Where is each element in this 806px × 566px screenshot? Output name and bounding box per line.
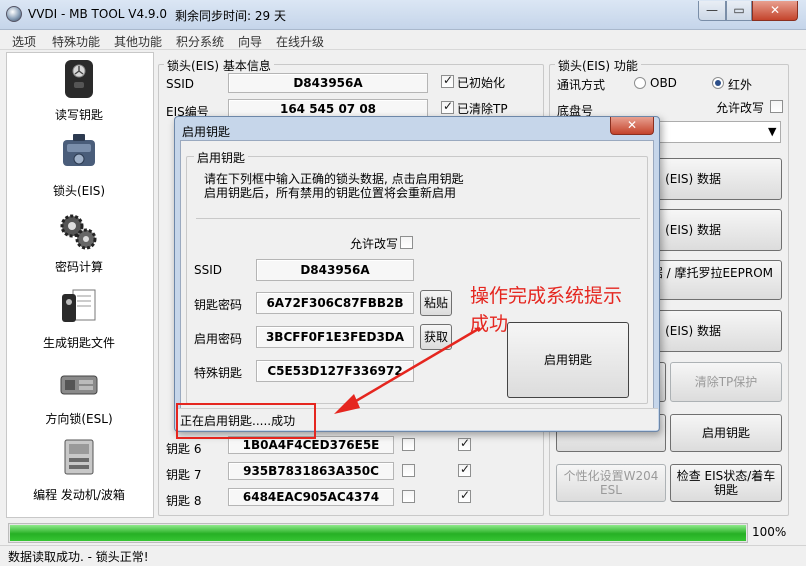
menu-wizard[interactable]: 向导	[238, 33, 262, 50]
check-eis-status-button[interactable]: 检查 EIS状态/着车钥匙	[670, 464, 782, 502]
key-7-label: 钥匙 7	[166, 468, 202, 482]
infrared-radio[interactable]	[712, 77, 724, 89]
annotation-arrow-icon	[334, 326, 481, 414]
paste-button[interactable]: 粘贴	[420, 290, 452, 316]
personalize-esl-button[interactable]: 个性化设置W204 ESL	[556, 464, 666, 502]
dialog-title: 启用钥匙	[182, 125, 231, 139]
dialog-allow-edit-label: 允许改写	[350, 237, 399, 251]
app-logo-icon	[6, 6, 22, 22]
progress-percent: 100%	[752, 525, 787, 539]
load-eeprom-line1: 据 / 摩托罗拉EEPROM	[650, 266, 773, 280]
dialog-ssid-label: SSID	[194, 263, 223, 277]
dialog-enable-password-label: 启用密码	[194, 332, 243, 346]
sidebar-item-esl[interactable]: 方向锁(ESL)	[6, 362, 152, 426]
key-6-label: 钥匙 6	[166, 442, 202, 456]
eis-module-icon	[63, 134, 95, 166]
tp-cleared-checkbox[interactable]	[441, 99, 454, 114]
tp-cleared-label: 已清除TP	[457, 102, 508, 116]
sidebar-item-read-write-key[interactable]: 读写钥匙	[6, 56, 152, 124]
key-8-field[interactable]: 6484EAC905AC4374	[228, 488, 394, 506]
document-key-icon	[62, 289, 96, 322]
eis-function-title: 锁头(EIS) 功能	[555, 57, 641, 74]
maximize-button[interactable]: ▭	[726, 1, 752, 21]
key-7-field[interactable]: 935B7831863A350C	[228, 462, 394, 480]
ecu-icon	[64, 439, 94, 475]
dialog-divider	[196, 218, 640, 219]
sidebar-label: 锁头(EIS)	[52, 184, 106, 198]
steering-lock-icon	[60, 375, 98, 395]
annotation-text: 操作完成系统提示成功	[470, 285, 623, 335]
sidebar-label: 编程 发动机/波箱	[33, 488, 125, 502]
initialized-label: 已初始化	[457, 76, 506, 90]
progress-fill	[10, 525, 746, 541]
menu-special-functions[interactable]: 特殊功能	[52, 33, 100, 50]
key-8-enable-checkbox[interactable]	[458, 488, 471, 503]
sidebar-label: 生成钥匙文件	[42, 336, 115, 350]
key-6-enable-checkbox[interactable]	[458, 436, 471, 451]
key-6-disable-checkbox[interactable]	[402, 438, 415, 451]
initialized-checkbox[interactable]	[441, 73, 454, 88]
progress-bar	[8, 523, 748, 543]
close-button[interactable]: ✕	[752, 1, 798, 21]
eis-basic-info-title: 锁头(EIS) 基本信息	[164, 57, 274, 74]
enable-key-main-button[interactable]: 启用钥匙	[670, 414, 782, 452]
dialog-instruction-2: 启用钥匙后，所有禁用的钥匙位置将会重新启用	[204, 186, 457, 200]
ssid-field[interactable]: D843956A	[228, 73, 428, 93]
obd-label: OBD	[650, 76, 677, 90]
dialog-ssid-field[interactable]: D843956A	[256, 259, 414, 281]
menu-points-system[interactable]: 积分系统	[176, 33, 224, 50]
sidebar-label: 读写钥匙	[54, 108, 103, 122]
sidebar-item-password-calc[interactable]: 密码计算	[6, 210, 152, 276]
allow-edit-checkbox[interactable]	[770, 100, 783, 113]
dialog-allow-edit-checkbox[interactable]	[400, 236, 413, 249]
chevron-down-icon: ▼	[768, 125, 777, 138]
gears-icon	[60, 214, 97, 250]
menu-options[interactable]: 选项	[12, 33, 36, 50]
key-7-disable-checkbox[interactable]	[402, 464, 415, 477]
ssid-label: SSID	[166, 77, 195, 91]
dialog-special-key-label: 特殊钥匙	[194, 366, 243, 380]
sidebar-label: 方向锁(ESL)	[45, 412, 113, 426]
key-7-enable-checkbox[interactable]	[458, 462, 471, 477]
sidebar-item-eis[interactable]: 锁头(EIS)	[6, 130, 152, 200]
dialog-key-password-label: 钥匙密码	[194, 298, 243, 312]
dialog-key-password-field[interactable]: 6A72F306C87FBB2B	[256, 292, 414, 314]
menu-other-functions[interactable]: 其他功能	[114, 33, 162, 50]
minimize-button[interactable]: —	[698, 1, 726, 21]
dialog-close-button[interactable]: ✕	[610, 117, 654, 135]
obd-radio[interactable]	[634, 77, 646, 89]
clear-tp-button[interactable]: 清除TP保护	[670, 362, 782, 402]
menu-online-upgrade[interactable]: 在线升级	[276, 33, 324, 50]
sidebar-label: 密码计算	[54, 260, 103, 274]
car-key-icon	[65, 60, 93, 98]
comm-mode-label: 通讯方式	[557, 78, 606, 92]
sidebar-item-generate-key-file[interactable]: 生成钥匙文件	[6, 284, 152, 352]
infrared-label: 红外	[728, 78, 753, 92]
annotation-highlight-box	[176, 403, 316, 439]
window-title: VVDI - MB TOOL V4.9.0	[28, 7, 168, 21]
allow-edit-label: 允许改写	[716, 101, 765, 115]
key-8-disable-checkbox[interactable]	[402, 490, 415, 503]
key-8-label: 钥匙 8	[166, 494, 202, 508]
remaining-sync-time: 剩余同步时间: 29 天	[175, 9, 286, 23]
sidebar-item-ecu-gearbox[interactable]: 编程 发动机/波箱	[6, 434, 152, 504]
dialog-group-title: 启用钥匙	[194, 149, 249, 166]
status-text: 数据读取成功. - 锁头正常!	[8, 550, 149, 564]
